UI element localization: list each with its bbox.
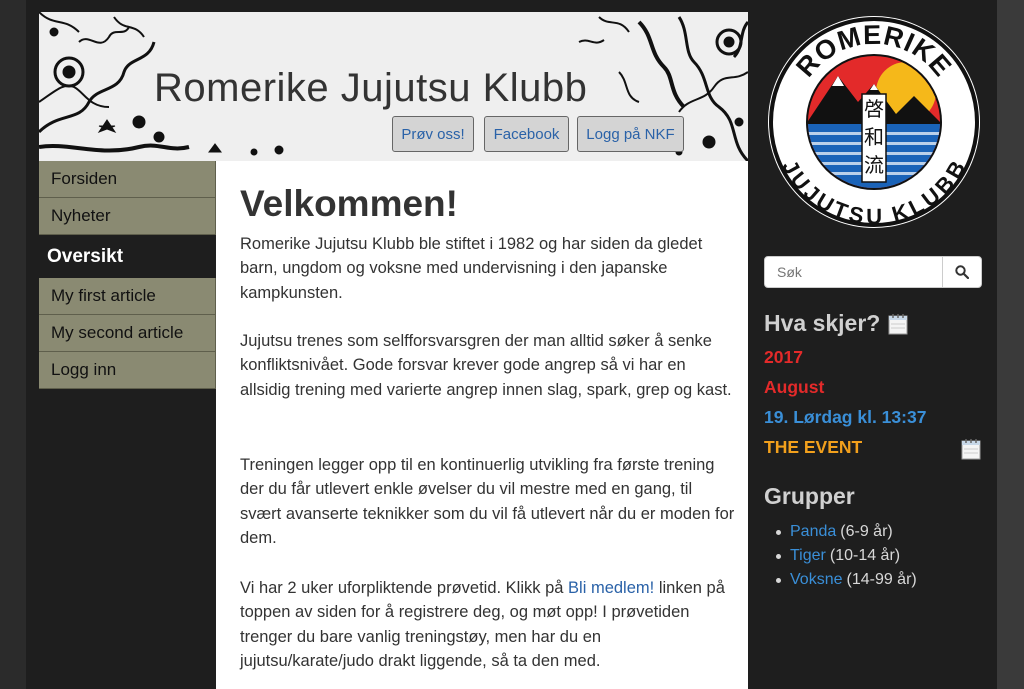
- groups-list: Panda (6-9 år) Tiger (10-14 år) Voksne (14-…: [776, 520, 917, 592]
- group-link-panda[interactable]: Panda: [790, 523, 836, 541]
- search-icon: [955, 265, 969, 279]
- site-header: Romerike Jujutsu Klubb Prøv oss! Faceboo…: [39, 12, 748, 162]
- list-item: Panda (6-9 år): [776, 520, 917, 544]
- trial-text-before: Vi har 2 uker uforpliktende prøvetid. Kl…: [240, 579, 569, 597]
- menu-item-forsiden[interactable]: Forsiden: [39, 161, 216, 198]
- group-ages: (6-9 år): [840, 523, 893, 540]
- selfdefense-paragraph: Jujutsu trenes som selfforsvarsgren der …: [240, 332, 732, 399]
- page-edge: [997, 0, 1024, 689]
- trial-paragraph: Vi har 2 uker uforpliktende prøvetid. Kl…: [240, 576, 735, 673]
- group-ages: (14-99 år): [846, 571, 917, 588]
- groups-heading: Grupper: [764, 483, 855, 509]
- search-box: [764, 256, 982, 288]
- event-year: 2017: [764, 347, 803, 367]
- try-us-button[interactable]: Prøv oss!: [392, 116, 474, 152]
- logo-kanji-1: 啓: [864, 97, 884, 121]
- bullet: [776, 577, 781, 583]
- menu-item-oversikt[interactable]: Oversikt: [39, 235, 216, 278]
- menu-item-second-article[interactable]: My second article: [39, 315, 216, 352]
- search-button[interactable]: [942, 257, 981, 287]
- group-link-tiger[interactable]: Tiger: [790, 547, 826, 565]
- intro-paragraph: Romerike Jujutsu Klubb ble stiftet i 198…: [240, 235, 703, 302]
- bullet: [776, 553, 781, 559]
- event-month: August: [764, 377, 825, 397]
- login-nkf-button[interactable]: Logg på NKF: [577, 116, 684, 152]
- main-menu: Forsiden Nyheter Oversikt My first artic…: [39, 161, 216, 389]
- club-logo[interactable]: 啓 和 流 ROMERIKE JUJUTSU KLUBB: [766, 14, 982, 235]
- menu-item-login[interactable]: Logg inn: [39, 352, 216, 389]
- list-item: Voksne (14-99 år): [776, 568, 917, 592]
- logo-kanji-2: 和: [864, 125, 884, 149]
- bullet: [776, 529, 781, 535]
- search-input[interactable]: [765, 257, 943, 287]
- calendar-add-icon[interactable]: [961, 438, 981, 460]
- event-title-link[interactable]: THE EVENT: [764, 437, 862, 458]
- facebook-button[interactable]: Facebook: [484, 116, 569, 152]
- event-date: 19. Lørdag kl. 13:37: [764, 407, 927, 427]
- calendar-icon: [888, 314, 908, 335]
- list-item: Tiger (10-14 år): [776, 544, 917, 568]
- training-paragraph: Treningen legger opp til en kontinuerlig…: [240, 456, 735, 547]
- main-content: Velkommen! Romerike Jujutsu Klubb ble st…: [216, 161, 748, 689]
- menu-item-first-article[interactable]: My first article: [39, 278, 216, 315]
- group-link-voksne[interactable]: Voksne: [790, 571, 842, 589]
- menu-item-nyheter[interactable]: Nyheter: [39, 198, 216, 235]
- page-heading: Velkommen!: [240, 183, 458, 224]
- group-ages: (10-14 år): [829, 547, 901, 564]
- events-heading: Hva skjer?: [764, 310, 881, 336]
- logo-kanji-3: 流: [864, 153, 884, 177]
- site-title: Romerike Jujutsu Klubb: [154, 66, 588, 110]
- become-member-link[interactable]: Bli medlem!: [568, 579, 654, 597]
